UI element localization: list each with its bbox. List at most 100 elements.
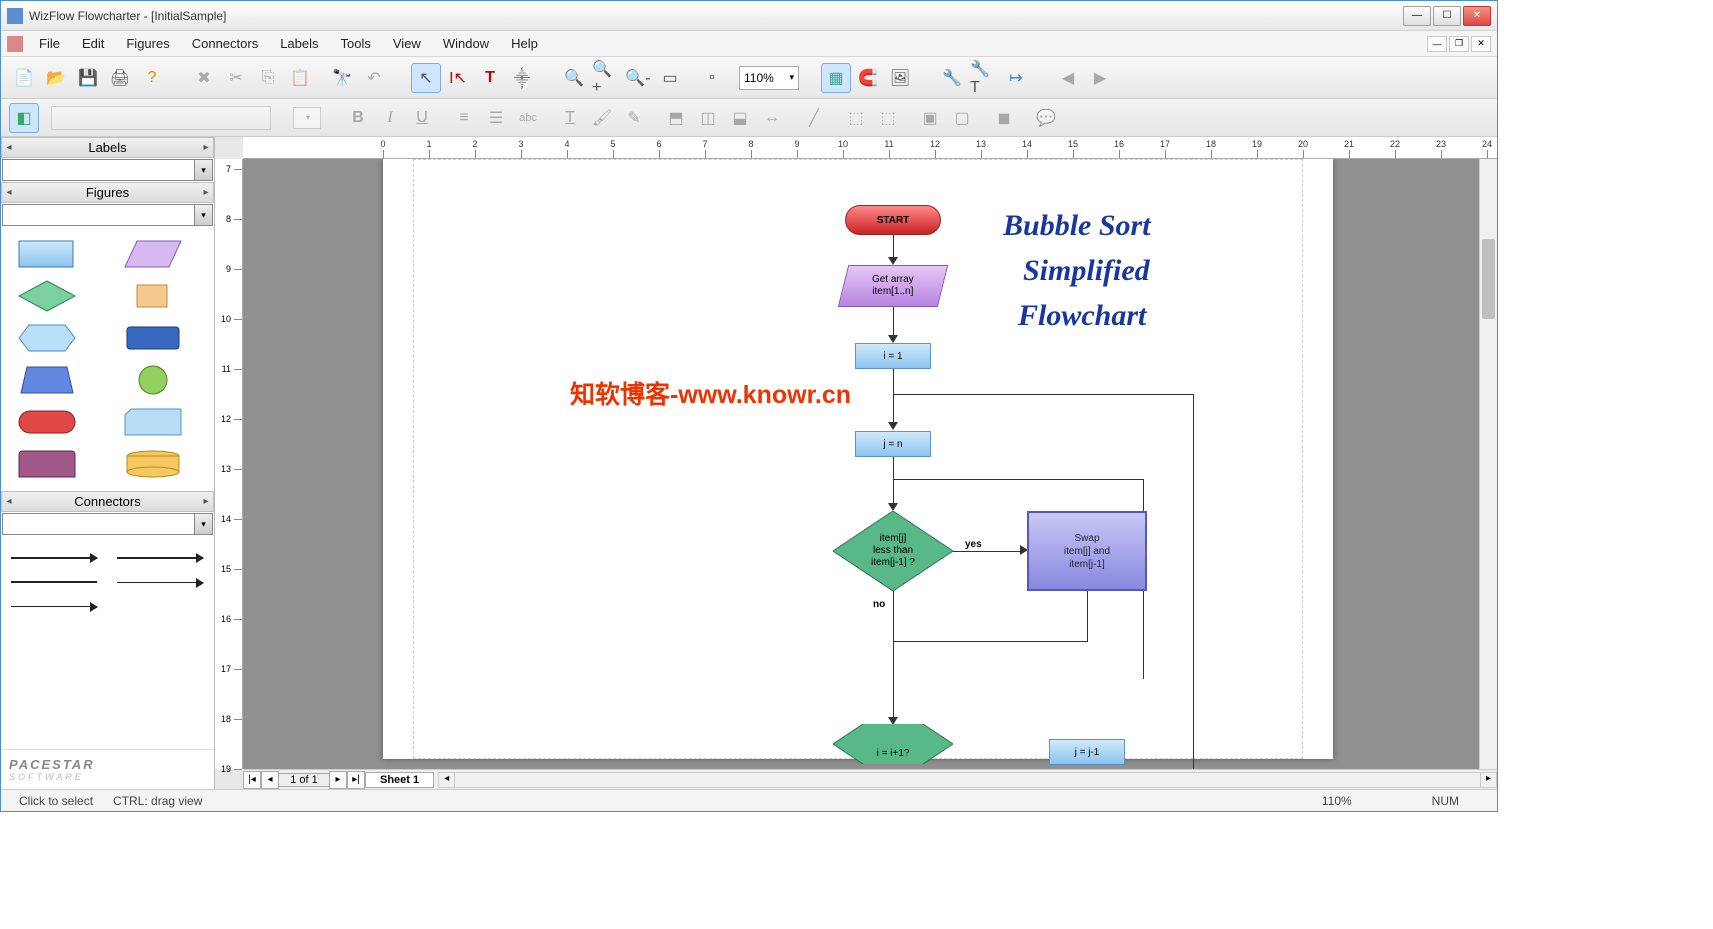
image-button[interactable]: 🖼 — [885, 63, 915, 93]
align-top-button[interactable]: ⬒ — [661, 103, 691, 133]
menu-help[interactable]: Help — [501, 34, 548, 53]
italic-button[interactable]: I — [375, 103, 405, 133]
ungroup-button[interactable]: ⬚ — [873, 103, 903, 133]
scroll-left-button[interactable]: ◂ — [439, 773, 455, 787]
menu-file[interactable]: File — [29, 34, 70, 53]
mdi-close-button[interactable]: ✕ — [1471, 36, 1491, 52]
hexagon-shape[interactable] — [17, 321, 77, 355]
process-i1-node[interactable]: i = 1 — [855, 343, 931, 369]
mdi-minimize-button[interactable]: — — [1427, 36, 1447, 52]
align-left-button[interactable]: ≡ — [449, 103, 479, 133]
zoom-out-button[interactable]: 🔍- — [623, 63, 653, 93]
menu-connectors[interactable]: Connectors — [182, 34, 268, 53]
connector-tool[interactable]: ⸎ — [507, 63, 537, 93]
connector-arrow-2[interactable] — [117, 557, 203, 559]
horizontal-scrollbar[interactable]: ◂ ▸ — [438, 772, 1497, 788]
text-select-tool[interactable]: I↖ — [443, 63, 473, 93]
line-style-button[interactable]: ╱ — [799, 103, 829, 133]
connector-thin-arrow[interactable] — [117, 582, 203, 583]
diamond-shape[interactable] — [17, 279, 77, 313]
zoom-page-button[interactable]: ▫ — [697, 63, 727, 93]
text-color-button[interactable]: T — [555, 103, 585, 133]
zoom-fit-button[interactable]: ▭ — [655, 63, 685, 93]
connector-thin-arrow-2[interactable] — [11, 606, 97, 607]
prev-button[interactable]: ◀ — [1053, 63, 1083, 93]
grid-button[interactable]: ▦ — [821, 63, 851, 93]
menu-figures[interactable]: Figures — [116, 34, 179, 53]
menu-edit[interactable]: Edit — [72, 34, 114, 53]
mdi-restore-button[interactable]: ❐ — [1449, 36, 1469, 52]
minimize-button[interactable]: — — [1403, 6, 1431, 26]
paste-button[interactable]: 📋 — [285, 63, 315, 93]
process-jdec-node[interactable]: j = j-1 — [1049, 739, 1125, 765]
scrollbar-thumb[interactable] — [1482, 239, 1495, 319]
menu-view[interactable]: View — [383, 34, 431, 53]
cut-button[interactable]: ✂ — [221, 63, 251, 93]
text-tool[interactable]: T — [475, 63, 505, 93]
close-button[interactable]: ✕ — [1463, 6, 1491, 26]
underline-button[interactable]: U — [407, 103, 437, 133]
pill-shape[interactable] — [17, 405, 77, 439]
connectors-header[interactable]: ◂ Connectors ▸ — [1, 491, 214, 512]
new-button[interactable]: 📄 — [9, 63, 39, 93]
send-back-button[interactable]: ▢ — [947, 103, 977, 133]
sheet-next-button[interactable]: ▸ — [329, 771, 347, 789]
menu-labels[interactable]: Labels — [270, 34, 328, 53]
zoom-tool[interactable]: 🔍 — [559, 63, 589, 93]
align-middle-button[interactable]: ◫ — [693, 103, 723, 133]
help-button[interactable]: ? — [137, 63, 167, 93]
pen-button[interactable]: ✎ — [619, 103, 649, 133]
connectors-combo[interactable]: ▾ — [2, 513, 213, 535]
figures-header[interactable]: ◂ Figures ▸ — [1, 182, 214, 203]
zoom-combo[interactable]: 110%▾ — [739, 66, 799, 90]
copy-button[interactable]: ⎘ — [253, 63, 283, 93]
find-button[interactable]: 🔭 — [327, 63, 357, 93]
snap-button[interactable]: 🧲 — [853, 63, 883, 93]
comment-button[interactable]: 💬 — [1031, 103, 1061, 133]
display-shape[interactable] — [17, 447, 77, 481]
swap-node[interactable]: Swapitem[j] anditem[j-1] — [1027, 511, 1147, 591]
wrench-button[interactable]: 🔧 — [937, 63, 967, 93]
bring-front-button[interactable]: ▣ — [915, 103, 945, 133]
labels-combo[interactable]: ▾ — [2, 159, 213, 181]
start-node[interactable]: START — [845, 205, 941, 235]
group-button[interactable]: ⬚ — [841, 103, 871, 133]
connector-line-1[interactable] — [11, 581, 97, 583]
process-jn-node[interactable]: j = n — [855, 431, 931, 457]
panel-toggle-button[interactable]: ◧ — [9, 103, 39, 133]
small-rect-shape[interactable] — [123, 279, 183, 313]
cylinder-shape[interactable] — [123, 447, 183, 481]
brush-button[interactable]: 🖌 — [587, 103, 617, 133]
sheet-first-button[interactable]: |◂ — [243, 771, 261, 789]
sheet-tab-1[interactable]: Sheet 1 — [365, 772, 434, 788]
card-shape[interactable] — [123, 405, 183, 439]
fill-color-button[interactable]: ▾ — [293, 107, 321, 129]
menu-window[interactable]: Window — [433, 34, 499, 53]
undo-button[interactable]: ↶ — [359, 63, 389, 93]
rounded-rect-shape[interactable] — [123, 321, 183, 355]
flow-button[interactable]: ↦ — [1001, 63, 1031, 93]
maximize-button[interactable]: ☐ — [1433, 6, 1461, 26]
labels-header[interactable]: ◂ Labels ▸ — [1, 137, 214, 158]
figures-combo[interactable]: ▾ — [2, 204, 213, 226]
decision-2-node[interactable]: i = i+1? — [833, 724, 953, 764]
menu-tools[interactable]: Tools — [331, 34, 381, 53]
next-button[interactable]: ▶ — [1085, 63, 1115, 93]
connector-arrow-1[interactable] — [11, 557, 97, 559]
shadow-button[interactable]: ◼ — [989, 103, 1019, 133]
open-button[interactable]: 📂 — [41, 63, 71, 93]
sheet-prev-button[interactable]: ◂ — [261, 771, 279, 789]
bold-button[interactable]: B — [343, 103, 373, 133]
align-center-button[interactable]: ☰ — [481, 103, 511, 133]
page[interactable]: Bubble Sort Simplified Flowchart START G… — [383, 159, 1333, 759]
font-combo[interactable] — [51, 106, 271, 130]
save-button[interactable]: 💾 — [73, 63, 103, 93]
abc-button[interactable]: abc — [513, 103, 543, 133]
delete-button[interactable]: ✖ — [189, 63, 219, 93]
print-button[interactable]: 🖨 — [105, 63, 135, 93]
input-node[interactable]: Get arrayitem[1..n] — [838, 265, 948, 307]
text-wrench-button[interactable]: 🔧T — [969, 63, 999, 93]
rectangle-shape[interactable] — [17, 237, 77, 271]
align-bottom-button[interactable]: ⬓ — [725, 103, 755, 133]
zoom-in-button[interactable]: 🔍+ — [591, 63, 621, 93]
